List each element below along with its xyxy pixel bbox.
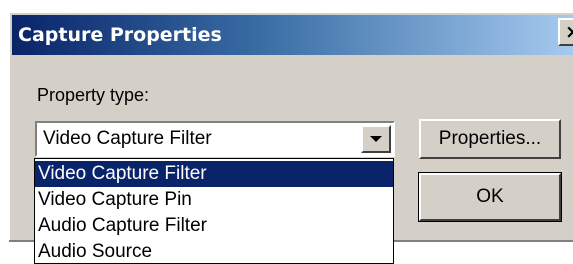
dropdown-item-video-capture-filter[interactable]: Video Capture Filter <box>35 161 393 187</box>
dropdown-arrow-button[interactable] <box>361 125 391 153</box>
property-type-value: Video Capture Filter <box>43 128 212 149</box>
dropdown-item-audio-source[interactable]: Audio Source <box>35 239 393 263</box>
close-icon: × <box>565 21 573 43</box>
property-type-label: Property type: <box>37 85 150 105</box>
dropdown-item-audio-capture-filter[interactable]: Audio Capture Filter <box>35 213 393 239</box>
property-type-dropdown-list[interactable]: Video Capture Filter Video Capture Pin A… <box>34 158 394 264</box>
title-bar[interactable]: Capture Properties <box>12 15 573 55</box>
dropdown-item-video-capture-pin[interactable]: Video Capture Pin <box>35 187 393 213</box>
property-type-combobox[interactable]: Video Capture Filter <box>35 121 395 157</box>
properties-button[interactable]: Properties... <box>419 119 561 159</box>
close-button[interactable]: × <box>558 18 573 46</box>
window-title: Capture Properties <box>18 24 222 46</box>
ok-button[interactable]: OK <box>418 172 562 222</box>
chevron-down-icon <box>370 136 382 142</box>
